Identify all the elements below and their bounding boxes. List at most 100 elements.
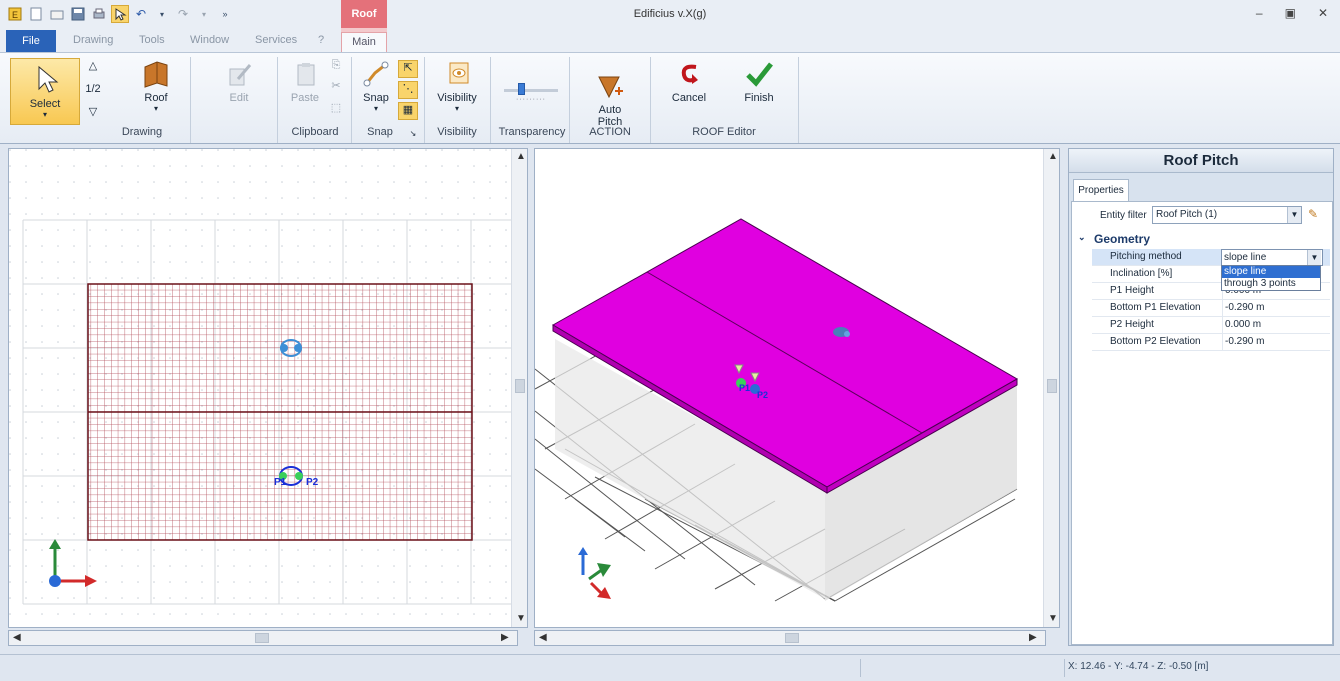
ribbon: Select ▾ △ 1/2 ▽ Roof ▾ Drawing Edit Pas… (0, 52, 1340, 144)
property-key: Bottom P1 Elevation (1110, 302, 1201, 313)
snap-button[interactable]: Snap ▾ (356, 59, 396, 113)
roof-outline[interactable] (87, 283, 473, 541)
select-all-icon[interactable]: ⬚ (328, 101, 344, 114)
roof-label: Roof (144, 92, 168, 104)
finish-button[interactable]: Finish (734, 59, 784, 104)
snap-endpoint-icon[interactable]: ⇱ (398, 60, 418, 78)
roof-3d[interactable] (552, 218, 1019, 601)
ribbon-separator (798, 57, 799, 143)
roof-dropdown-icon: ▾ (153, 104, 158, 113)
filter-edit-icon[interactable]: ✎ (1308, 207, 1318, 221)
minimize-icon[interactable]: – (1256, 6, 1263, 20)
group-transparency: Transparency (498, 126, 566, 138)
tab-properties[interactable]: Properties (1073, 179, 1129, 201)
p2-label: P2 (306, 477, 319, 488)
scroll-right-icon[interactable]: ▶ (501, 632, 509, 643)
window-controls: – ▣ ✕ (1256, 6, 1328, 20)
plan-horizontal-scrollbar[interactable]: ◀ ▶ (8, 630, 518, 646)
property-key: P1 Height (1110, 285, 1154, 296)
snap-icon (363, 61, 389, 87)
triangle-up-icon[interactable]: △ (86, 59, 100, 72)
pitching-method-options: slope line through 3 points (1221, 265, 1321, 291)
property-value[interactable]: -0.290 m (1225, 336, 1264, 347)
scroll-thumb[interactable] (785, 633, 799, 643)
scroll-left-icon[interactable]: ◀ (13, 632, 21, 643)
pitching-method-value: slope line (1224, 252, 1267, 263)
scroll-thumb[interactable] (515, 379, 525, 393)
property-row-p2-height[interactable]: P2 Height 0.000 m (1092, 317, 1330, 334)
tab-services[interactable]: Services (255, 34, 297, 46)
p1-label-3d: P1 (739, 383, 750, 393)
property-value[interactable]: -0.290 m (1225, 302, 1264, 313)
edit-label: Edit (229, 92, 249, 104)
visibility-button[interactable]: Visibility ▾ (432, 59, 482, 113)
group-action: ACTION (589, 126, 631, 138)
ribbon-separator (650, 57, 651, 143)
chevron-down-icon[interactable]: ▼ (1307, 250, 1321, 265)
scroll-down-icon[interactable]: ▼ (516, 613, 526, 624)
tab-main[interactable]: Main (341, 32, 387, 52)
visibility-label: Visibility (437, 92, 477, 104)
snap-dropdown-icon: ▾ (373, 104, 378, 113)
half-button[interactable]: 1/2 (82, 83, 104, 95)
scroll-thumb[interactable] (255, 633, 269, 643)
snap-grid-icon[interactable]: ▦ (398, 102, 418, 120)
scroll-down-icon[interactable]: ▼ (1048, 613, 1058, 624)
window-title: Edificius v.X(g) (633, 8, 707, 20)
coordinates-readout: X: 12.46 - Y: -4.74 - Z: -0.50 [m] (1068, 661, 1209, 672)
close-icon[interactable]: ✕ (1318, 6, 1328, 20)
ribbon-separator (277, 57, 278, 143)
tab-help[interactable]: ? (318, 34, 324, 46)
3d-view[interactable]: P1 P2 ▲ ▼ (534, 148, 1060, 628)
tab-drawing[interactable]: Drawing (73, 34, 113, 46)
scroll-thumb[interactable] (1047, 379, 1057, 393)
copy-icon[interactable]: ⎘ (328, 59, 344, 72)
properties-title: Roof Pitch (1069, 149, 1333, 173)
status-bar: X: 12.46 - Y: -4.74 - Z: -0.50 [m] (0, 654, 1340, 681)
snap-line-icon[interactable]: ⋱ (398, 81, 418, 99)
ribbon-tabs: File Drawing Tools Window Services ? Mai… (0, 28, 1340, 52)
edit-button[interactable]: Edit (214, 59, 264, 104)
cancel-button[interactable]: Cancel (664, 59, 714, 104)
properties-panel: Roof Pitch Properties Entity filter Roof… (1068, 148, 1334, 646)
paste-button[interactable]: Paste (285, 59, 325, 104)
property-row-bottom-p1-elevation[interactable]: Bottom P1 Elevation -0.290 m (1092, 300, 1330, 317)
pointer-icon (38, 65, 59, 93)
chevron-down-icon[interactable]: ▼ (1287, 207, 1301, 223)
collapse-icon[interactable]: ⌄ (1078, 232, 1086, 243)
scroll-right-icon[interactable]: ▶ (1029, 632, 1037, 643)
cut-icon[interactable]: ✂ (328, 79, 344, 92)
option-slope-line[interactable]: slope line (1222, 266, 1320, 278)
property-value[interactable]: 0.000 m (1225, 319, 1261, 330)
transparency-slider[interactable]: ········· (504, 83, 558, 103)
option-through-3-points[interactable]: through 3 points (1222, 278, 1320, 290)
plan-vertical-scrollbar[interactable]: ▲ ▼ (511, 149, 527, 627)
scroll-left-icon[interactable]: ◀ (539, 632, 547, 643)
tab-file[interactable]: File (6, 30, 56, 52)
scroll-up-icon[interactable]: ▲ (1048, 151, 1058, 162)
ribbon-separator (190, 57, 191, 143)
roof-button[interactable]: Roof ▾ (130, 59, 182, 113)
section-geometry[interactable]: ⌄ Geometry (1074, 232, 1332, 248)
snap-settings-icon[interactable]: ↘ (408, 129, 418, 138)
property-row-bottom-p2-elevation[interactable]: Bottom P2 Elevation -0.290 m (1092, 334, 1330, 351)
scroll-up-icon[interactable]: ▲ (516, 151, 526, 162)
tab-window[interactable]: Window (190, 34, 229, 46)
3d-vertical-scrollbar[interactable]: ▲ ▼ (1043, 149, 1059, 627)
3d-horizontal-scrollbar[interactable]: ◀ ▶ (534, 630, 1046, 646)
restore-icon[interactable]: ▣ (1285, 6, 1296, 20)
property-key: Inclination [%] (1110, 268, 1173, 279)
p1-label: P1 (274, 477, 287, 488)
entity-filter-label: Entity filter (1100, 210, 1147, 221)
triangle-down-icon[interactable]: ▽ (86, 105, 100, 118)
select-button[interactable]: Select ▾ (10, 58, 80, 125)
plan-canvas[interactable]: P1 P2 (9, 149, 528, 628)
p2-label-3d: P2 (757, 390, 768, 400)
entity-filter-select[interactable]: Roof Pitch (1) ▼ (1152, 206, 1302, 224)
plan-view[interactable]: P1 P2 ▲ ▼ (8, 148, 528, 628)
pitching-method-select[interactable]: slope line ▼ (1221, 249, 1323, 266)
group-snap: Snap (367, 126, 393, 138)
3d-canvas[interactable]: P1 P2 (535, 149, 1060, 628)
title-bar: E ↶ ▾ ↷ ▾ » Roof Edificius v.X(g) – ▣ ✕ (0, 0, 1340, 28)
tab-tools[interactable]: Tools (139, 34, 165, 46)
